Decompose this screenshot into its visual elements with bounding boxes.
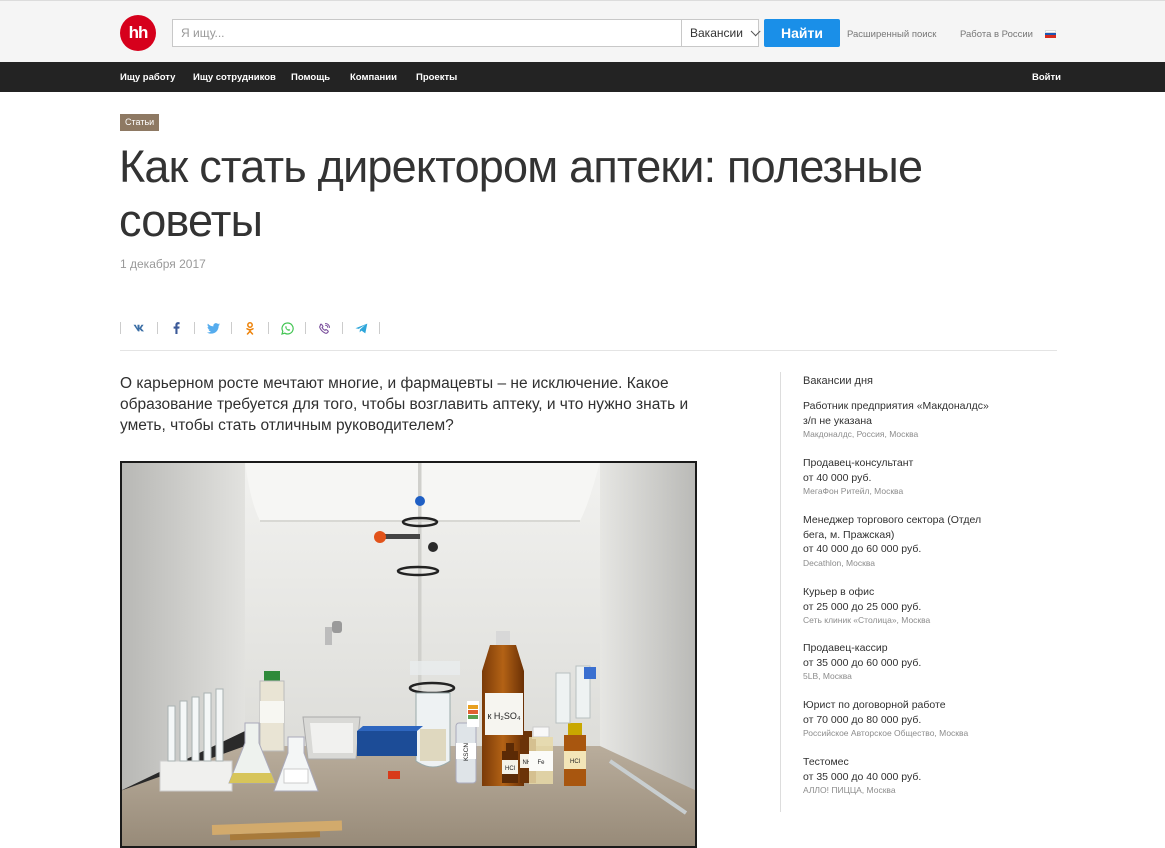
odnoklassniki-icon[interactable] xyxy=(241,321,259,335)
vacancy-title[interactable]: Тестомес xyxy=(803,755,1043,770)
share-separator xyxy=(379,322,380,334)
photo-label-hcl: HCl xyxy=(505,766,515,772)
whatsapp-icon[interactable] xyxy=(278,321,296,335)
share-separator xyxy=(194,322,195,334)
article-date: 1 декабря 2017 xyxy=(120,257,206,271)
region-link[interactable]: Работа в России xyxy=(960,29,1033,40)
category-tag[interactable]: Статьи xyxy=(120,114,160,131)
twitter-icon[interactable] xyxy=(204,321,222,335)
photo-label-h2so4: к H₂SO₄ xyxy=(487,711,520,721)
vacancy-salary: от 40 000 руб. xyxy=(803,471,872,484)
content-divider xyxy=(120,350,1057,351)
vacancy-company: Decathlon, Москва xyxy=(803,557,876,568)
photo-label-kscn: KSCN xyxy=(463,743,470,761)
vacancy-item[interactable]: Продавец-консультант от 40 000 руб. Мега… xyxy=(803,456,1043,498)
vk-icon[interactable] xyxy=(130,321,148,335)
search-button[interactable]: Найти xyxy=(764,19,840,47)
share-bar xyxy=(120,320,389,336)
nav-item-companies[interactable]: Компании xyxy=(350,72,397,83)
share-separator xyxy=(268,322,269,334)
nav-item-find-employees[interactable]: Ищу сотрудников xyxy=(193,72,276,83)
vacancy-title[interactable]: Продавец-консультант xyxy=(803,456,1043,471)
article-photo: к H₂SO₄ KSCN HCl NH₄ Fe HCl xyxy=(120,461,697,848)
share-separator xyxy=(157,322,158,334)
viber-icon[interactable] xyxy=(315,321,333,335)
chevron-down-icon xyxy=(750,25,761,36)
vacancy-item[interactable]: Тестомес от 35 000 до 40 000 руб. АЛЛО! … xyxy=(803,755,1043,797)
vacancy-item[interactable]: Продавец-кассир от 35 000 до 60 000 руб.… xyxy=(803,641,1043,683)
share-separator xyxy=(231,322,232,334)
vacancy-salary: от 25 000 до 25 000 руб. xyxy=(803,600,922,613)
advanced-search-link[interactable]: Расширенный поиск xyxy=(847,29,936,40)
russia-flag-icon[interactable] xyxy=(1045,30,1056,39)
vacancy-salary: от 35 000 до 60 000 руб. xyxy=(803,656,922,669)
vacancy-salary: от 70 000 до 80 000 руб. xyxy=(803,713,922,726)
vacancy-company: 5LB, Москва xyxy=(803,671,852,681)
telegram-icon[interactable] xyxy=(352,321,370,335)
article-lead: О карьерном росте мечтают многие, и фарм… xyxy=(120,375,689,434)
share-separator xyxy=(305,322,306,334)
vacancy-company: АЛЛО! ПИЦЦА, Москва xyxy=(803,785,896,795)
main-nav: Ищу работу Ищу сотрудников Помощь Компан… xyxy=(0,62,1165,92)
search-input[interactable] xyxy=(173,20,681,46)
site-header: hh Вакансии Найти Расширенный поиск Рабо… xyxy=(0,0,1165,62)
nav-item-find-job[interactable]: Ищу работу xyxy=(120,72,175,83)
hh-logo[interactable]: hh xyxy=(120,15,156,51)
share-separator xyxy=(342,322,343,334)
login-link[interactable]: Войти xyxy=(1032,72,1061,83)
sidebar-title: Вакансии дня xyxy=(803,375,873,387)
vacancy-company: МегаФон Ритейл, Москва xyxy=(803,486,904,496)
vacancy-title[interactable]: Курьер в офис xyxy=(803,585,1043,600)
vacancy-salary: з/п не указана xyxy=(803,414,872,427)
vacancy-item[interactable]: Менеджер торгового сектора (Отдел бега, … xyxy=(803,513,993,570)
share-separator xyxy=(120,322,121,334)
nav-item-help[interactable]: Помощь xyxy=(291,72,330,83)
vacancy-company: Российское Авторское Общество, Москва xyxy=(803,728,969,738)
photo-label-fe: Fe xyxy=(537,760,545,766)
nav-item-projects[interactable]: Проекты xyxy=(416,72,457,83)
photo-label-hcl-2: HCl xyxy=(570,759,580,765)
vacancy-salary: от 40 000 до 60 000 руб. xyxy=(803,543,922,555)
search-box: Вакансии xyxy=(172,19,761,47)
sidebar-divider xyxy=(780,372,781,812)
search-type-select[interactable]: Вакансии xyxy=(681,20,761,46)
vacancy-title[interactable]: Менеджер торгового сектора (Отдел бега, … xyxy=(803,513,993,542)
vacancy-company: Макдоналдс, Россия, Москва xyxy=(803,429,919,439)
vacancy-title[interactable]: Продавец-кассир xyxy=(803,641,1043,656)
vacancy-item[interactable]: Курьер в офис от 25 000 до 25 000 руб. С… xyxy=(803,585,1043,627)
vacancy-company: Сеть клиник «Столица», Москва xyxy=(803,615,931,625)
vacancy-title[interactable]: Юрист по договорной работе xyxy=(803,698,1043,713)
vacancy-item[interactable]: Юрист по договорной работе от 70 000 до … xyxy=(803,698,1043,740)
vacancy-item[interactable]: Работник предприятия «Макдоналдс» з/п не… xyxy=(803,399,1043,441)
vacancy-salary: от 35 000 до 40 000 руб. xyxy=(803,770,922,783)
vacancy-title[interactable]: Работник предприятия «Макдоналдс» xyxy=(803,399,1043,414)
search-type-label: Вакансии xyxy=(690,26,743,40)
article-title: Как стать директором аптеки: полезные со… xyxy=(119,141,923,246)
facebook-icon[interactable] xyxy=(167,321,185,335)
